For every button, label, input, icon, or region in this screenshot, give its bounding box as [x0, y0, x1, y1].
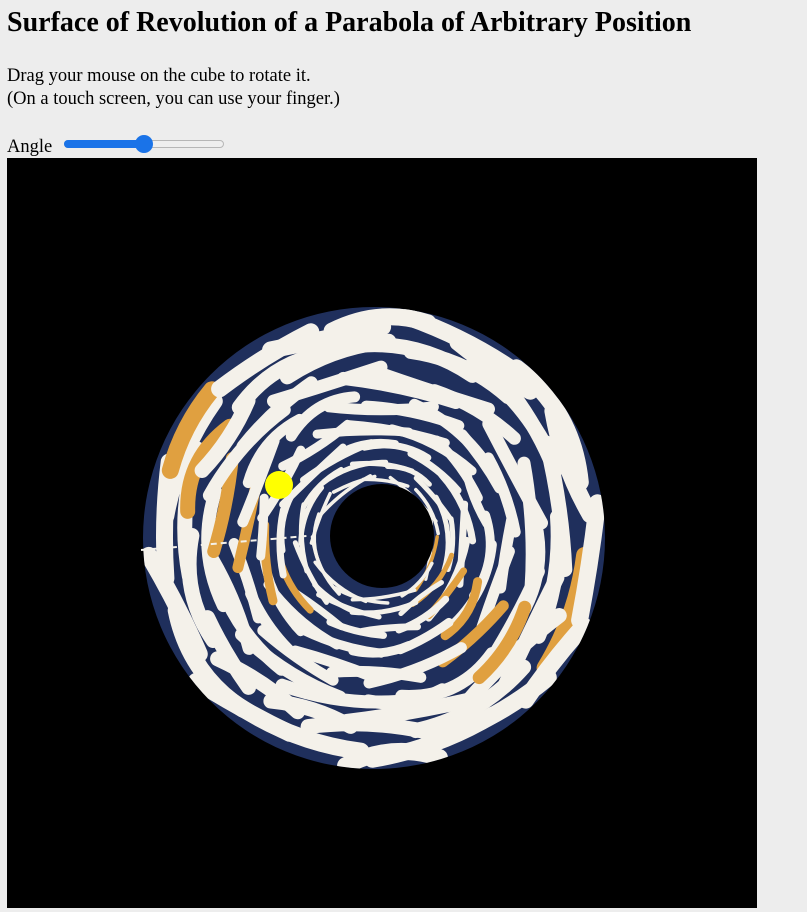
3d-viewport[interactable] [7, 158, 757, 908]
instructions: Drag your mouse on the cube to rotate it… [7, 65, 340, 111]
surface-swirl [300, 716, 433, 739]
point-marker[interactable] [265, 471, 293, 499]
angle-slider-thumb[interactable] [135, 135, 153, 153]
instruction-line-2: (On a touch screen, you can use your fin… [7, 89, 340, 109]
angle-label: Angle [7, 137, 53, 157]
inner-opening [332, 486, 432, 586]
angle-control: Angle [7, 134, 267, 158]
instruction-line-1: Drag your mouse on the cube to rotate it… [7, 66, 311, 86]
surface-swirl [256, 493, 269, 561]
page-title: Surface of Revolution of a Parabola of A… [7, 7, 692, 38]
angle-slider[interactable] [64, 135, 224, 153]
angle-slider-fill [64, 140, 144, 148]
surface-render[interactable] [7, 158, 757, 908]
page: Surface of Revolution of a Parabola of A… [0, 0, 807, 912]
